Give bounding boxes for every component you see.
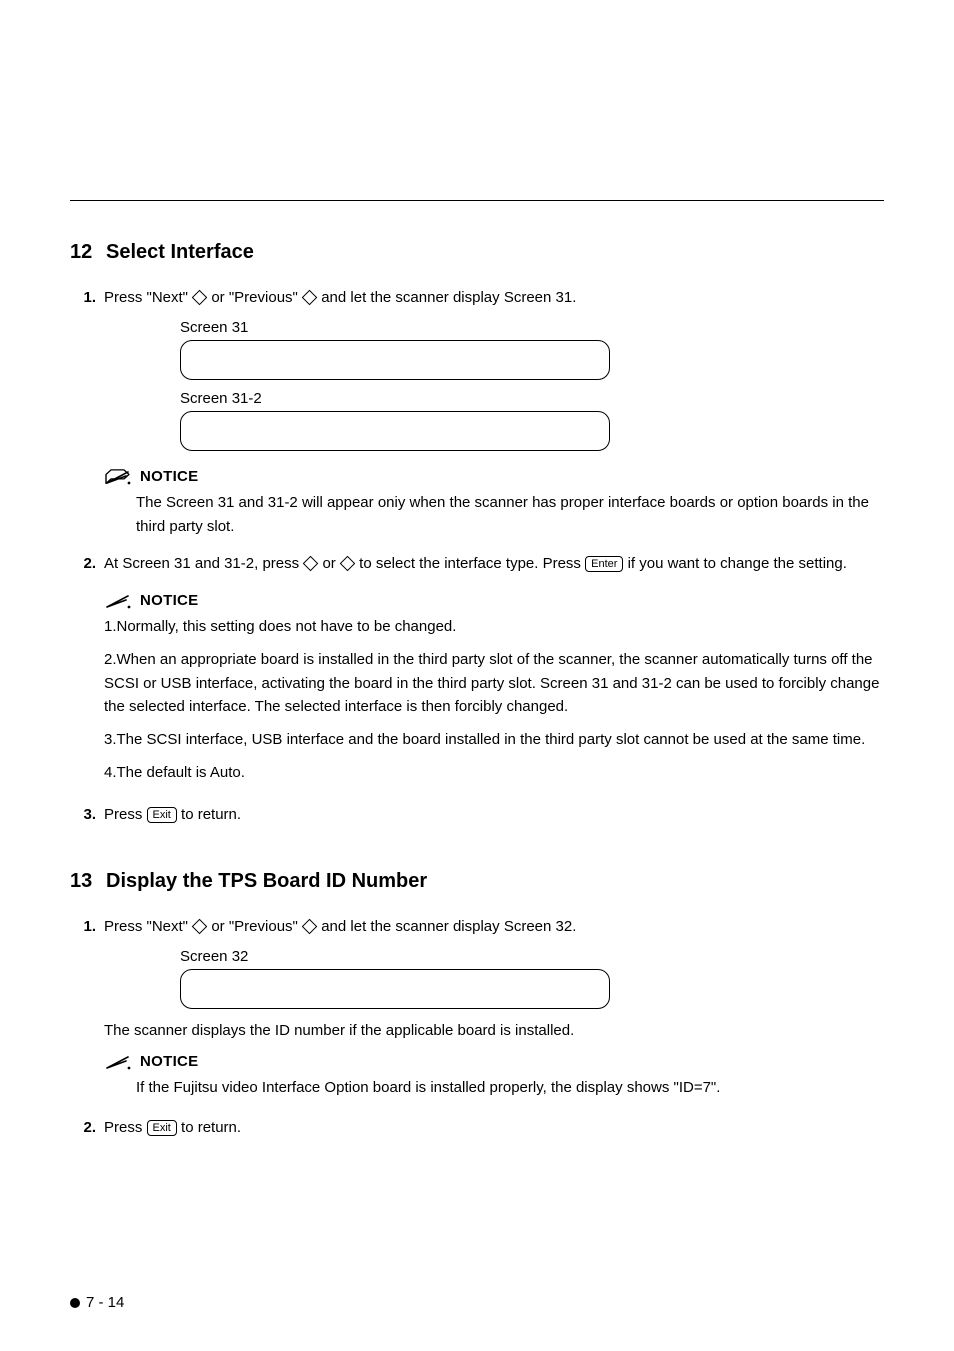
enter-key: Enter (585, 556, 623, 572)
step-number: 3. (70, 803, 104, 826)
section-number: 13 (70, 870, 106, 893)
screen-31-2-box (180, 411, 610, 451)
diamond-icon (340, 555, 356, 571)
screen-31-2-label: Screen 31-2 (180, 390, 884, 407)
text: to select the interface type. Press (359, 555, 585, 572)
diamond-icon (192, 918, 208, 934)
section-12-heading: 12 Select Interface (70, 241, 884, 264)
screen-31-box (180, 340, 610, 380)
notice-block: NOTICE The Screen 31 and 31-2 will appea… (104, 467, 884, 538)
text: and let the scanner display Screen 32. (321, 918, 576, 935)
diamond-icon (192, 290, 208, 306)
section-title: Display the TPS Board ID Number (106, 870, 427, 893)
exit-key: Exit (147, 807, 177, 823)
section13-step1: 1. Press "Next" or "Previous" and let th… (70, 915, 884, 938)
text: or (322, 555, 340, 572)
page: 12 Select Interface 1. Press "Next" or "… (0, 0, 954, 1351)
step-body: Press "Next" or "Previous" and let the s… (104, 915, 884, 938)
section12-step3: 3. Press Exit to return. (70, 803, 884, 826)
text: and let the scanner display Screen 31. (321, 289, 576, 306)
pencil-icon (104, 1052, 132, 1070)
step-number: 1. (70, 915, 104, 938)
notice-text: 3.The SCSI interface, USB interface and … (104, 728, 884, 751)
notice-header: NOTICE (104, 1052, 884, 1070)
section-13-heading: 13 Display the TPS Board ID Number (70, 870, 884, 893)
pencil-icon (104, 467, 132, 485)
step-body: Press Exit to return. (104, 803, 884, 826)
notice-text: The Screen 31 and 31-2 will appear oniy … (136, 491, 884, 538)
screen-32-box (180, 969, 610, 1009)
header-rule (70, 200, 884, 201)
step-after-text: The scanner displays the ID number if th… (104, 1019, 884, 1042)
step-number: 1. (70, 286, 104, 309)
step-body: Press "Next" or "Previous" and let the s… (104, 286, 884, 309)
notice-label: NOTICE (140, 1053, 198, 1070)
notice-block: NOTICE 1.Normally, this setting does not… (104, 591, 884, 785)
step-body: At Screen 31 and 31-2, press or to selec… (104, 552, 884, 575)
notice-text: 2.When an appropriate board is installed… (104, 648, 884, 718)
exit-key: Exit (147, 1120, 177, 1136)
text: if you want to change the setting. (628, 555, 847, 572)
text: to return. (181, 806, 241, 823)
screen-32-label: Screen 32 (180, 948, 884, 965)
step-body: Press Exit to return. (104, 1116, 884, 1139)
diamond-icon (303, 555, 319, 571)
text: or "Previous" (211, 289, 302, 306)
section12-step1: 1. Press "Next" or "Previous" and let th… (70, 286, 884, 309)
section13-step2: 2. Press Exit to return. (70, 1116, 884, 1139)
section-number: 12 (70, 241, 106, 264)
notice-block: NOTICE If the Fujitsu video Interface Op… (104, 1052, 884, 1099)
notice-label: NOTICE (140, 592, 198, 609)
notice-text: If the Fujitsu video Interface Option bo… (136, 1076, 884, 1099)
text: At Screen 31 and 31-2, press (104, 555, 303, 572)
notice-label: NOTICE (140, 468, 198, 485)
notice-header: NOTICE (104, 467, 884, 485)
text: or "Previous" (211, 918, 302, 935)
notice-body: 1.Normally, this setting does not have t… (104, 615, 884, 785)
text: Press "Next" (104, 918, 192, 935)
notice-body: The Screen 31 and 31-2 will appear oniy … (136, 491, 884, 538)
step-number: 2. (70, 1116, 104, 1139)
page-number: 7 - 14 (86, 1294, 124, 1311)
pencil-icon (104, 591, 132, 609)
text: Press (104, 806, 147, 823)
notice-body: If the Fujitsu video Interface Option bo… (136, 1076, 884, 1099)
diamond-icon (302, 918, 318, 934)
notice-header: NOTICE (104, 591, 884, 609)
text: Press "Next" (104, 289, 192, 306)
notice-text: 4.The default is Auto. (104, 761, 884, 784)
diamond-icon (302, 290, 318, 306)
step-number: 2. (70, 552, 104, 575)
notice-text: 1.Normally, this setting does not have t… (104, 615, 884, 638)
text: Press (104, 1119, 147, 1136)
bullet-icon (70, 1298, 80, 1308)
text: to return. (181, 1119, 241, 1136)
screen-31-label: Screen 31 (180, 319, 884, 336)
section-title: Select Interface (106, 241, 254, 264)
section12-step2: 2. At Screen 31 and 31-2, press or to se… (70, 552, 884, 575)
page-footer: 7 - 14 (70, 1294, 124, 1311)
